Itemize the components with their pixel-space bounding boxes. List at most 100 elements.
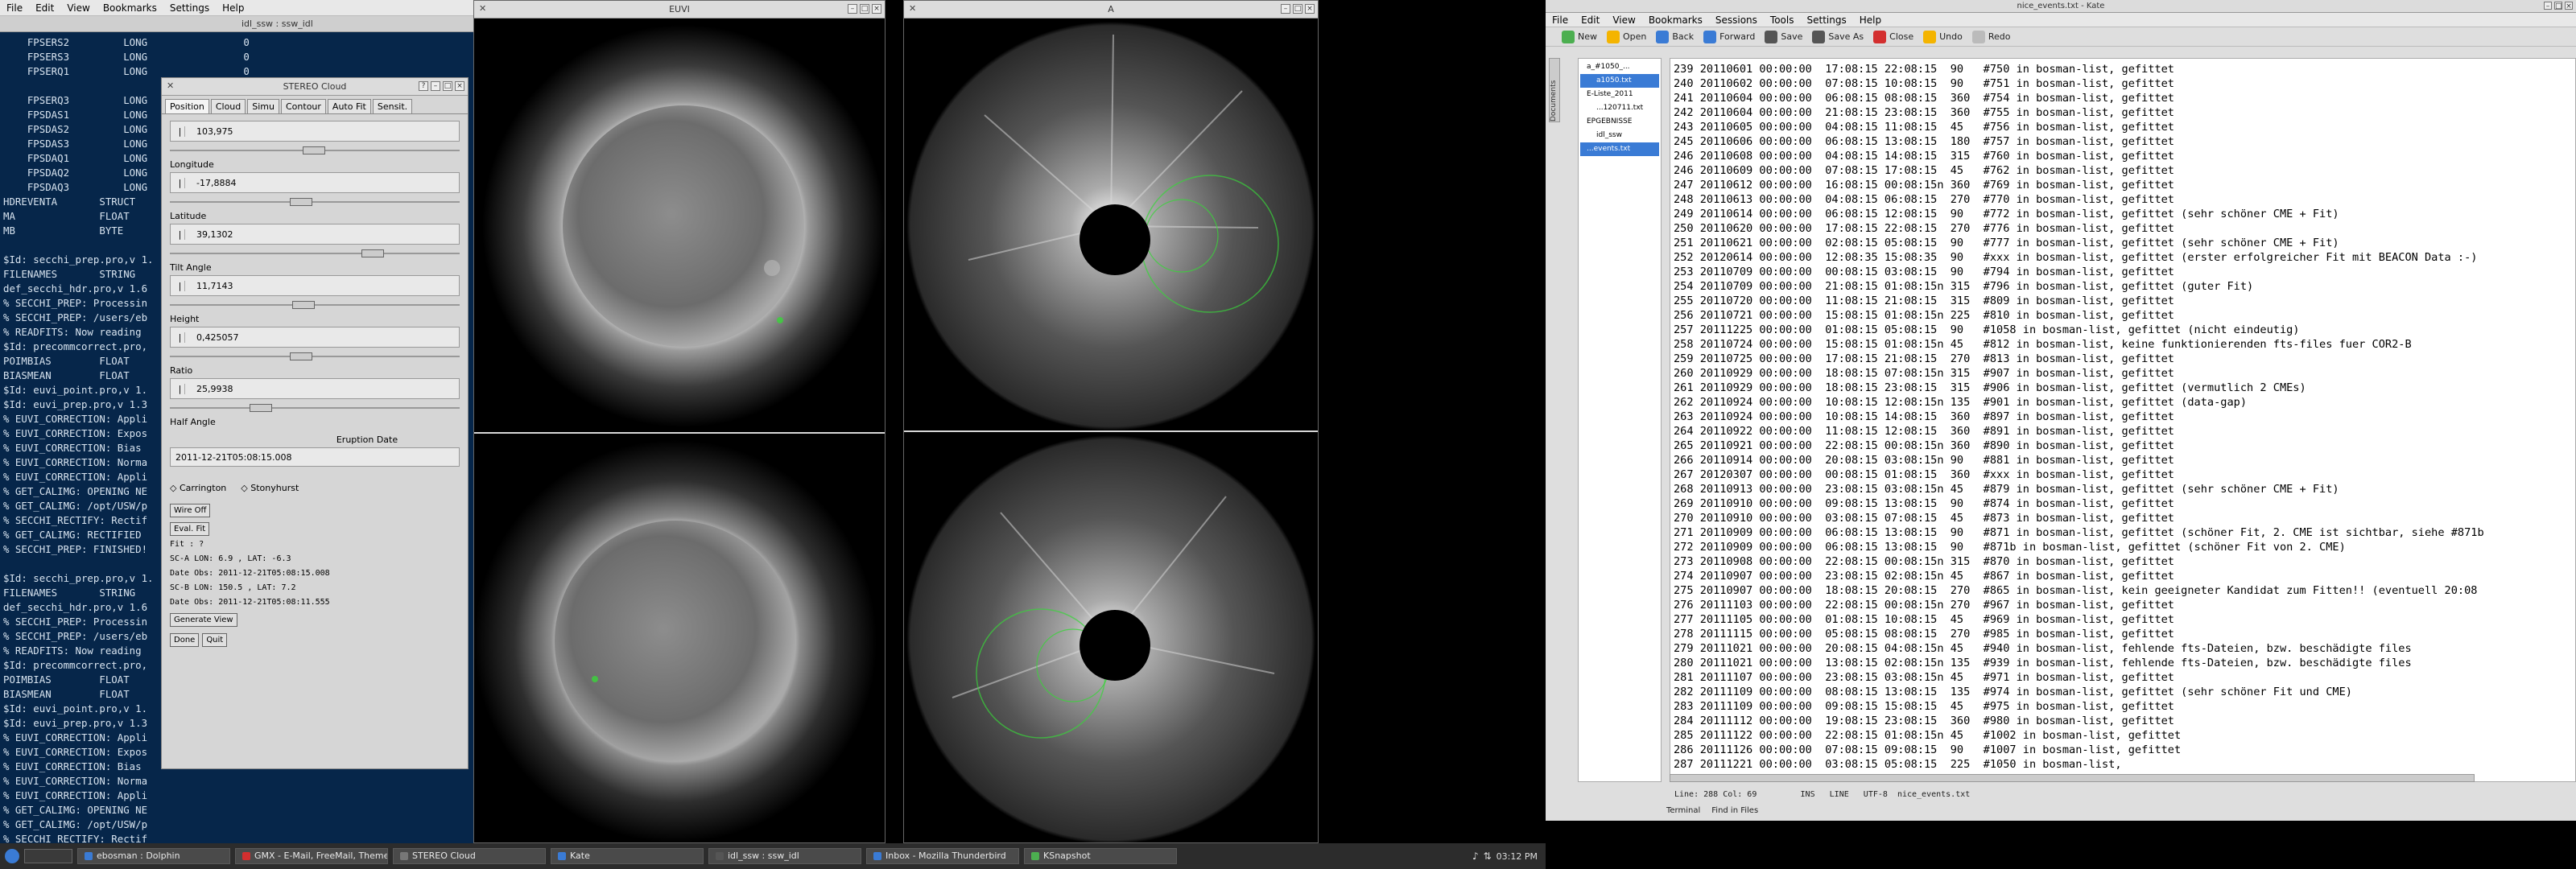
terminal-tab-label[interactable]: idl_ssw : ssw_idl	[242, 19, 313, 29]
desktop-pager[interactable]	[24, 849, 72, 863]
stereo-titlebar[interactable]: ✕ STEREO Cloud ? – □ ×	[162, 78, 468, 96]
editor-line[interactable]: 241 20110604 00:00:00 06:08:15 08:08:15 …	[1674, 91, 2575, 105]
editor-line[interactable]: 271 20110909 00:00:00 06:08:15 13:08:15 …	[1674, 525, 2575, 540]
editor-line[interactable]: 276 20111103 00:00:00 22:08:15 00:08:15n…	[1674, 598, 2575, 612]
editor-line[interactable]: 259 20110725 00:00:00 17:08:15 21:08:15 …	[1674, 352, 2575, 366]
editor-line[interactable]: 266 20110914 00:00:00 20:08:15 03:08:15n…	[1674, 453, 2575, 467]
editor-line[interactable]: 252 20120614 00:00:00 12:08:35 15:08:35 …	[1674, 250, 2575, 265]
save-button[interactable]: Save	[1765, 30, 1802, 43]
tree-item[interactable]: E-Liste_2011	[1580, 88, 1659, 101]
close-icon[interactable]: ×	[455, 81, 464, 91]
undo-button[interactable]: Undo	[1923, 30, 1963, 43]
wire-off-button[interactable]: Wire Off	[170, 504, 211, 517]
close-button[interactable]: Close	[1873, 30, 1913, 43]
generate-view-button[interactable]: Generate View	[170, 613, 237, 627]
euvi-image-a[interactable]	[474, 19, 885, 432]
slider-thumb[interactable]	[289, 198, 312, 206]
value-input[interactable]: | 0,425057	[170, 327, 460, 348]
editor-line[interactable]: 251 20110621 00:00:00 02:08:15 05:08:15 …	[1674, 236, 2575, 250]
editor-line[interactable]: 245 20110606 00:00:00 06:08:15 13:08:15 …	[1674, 134, 2575, 149]
value-slider[interactable]	[170, 196, 460, 208]
editor-line[interactable]: 258 20110724 00:00:00 15:08:15 01:08:15n…	[1674, 337, 2575, 352]
editor-line[interactable]: 273 20110908 00:00:00 22:08:15 00:08:15n…	[1674, 554, 2575, 569]
new-button[interactable]: New	[1562, 30, 1597, 43]
editor-line[interactable]: 250 20110620 00:00:00 17:08:15 22:08:15 …	[1674, 221, 2575, 236]
kate-side-tab[interactable]: Documents	[1549, 58, 1560, 122]
editor-line[interactable]: 239 20110601 00:00:00 17:08:15 22:08:15 …	[1674, 62, 2575, 76]
slider-thumb[interactable]	[250, 404, 272, 412]
clock[interactable]: 03:12 PM	[1496, 851, 1538, 862]
editor-line[interactable]: 261 20110929 00:00:00 18:08:15 23:08:15 …	[1674, 381, 2575, 395]
taskbar-item[interactable]: GMX - E-Mail, FreeMail, Themen -	[235, 848, 388, 864]
tree-item[interactable]: a1050.txt	[1580, 74, 1659, 88]
network-icon[interactable]: ⇅	[1484, 850, 1492, 862]
tab-auto-fit[interactable]: Auto Fit	[327, 99, 371, 113]
slider-thumb[interactable]	[291, 301, 315, 309]
value-slider[interactable]	[170, 351, 460, 362]
tab-sensit-[interactable]: Sensit.	[372, 99, 413, 113]
app-menu-icon[interactable]: ✕	[479, 4, 489, 14]
minimize-icon[interactable]: –	[848, 4, 857, 14]
editor-line[interactable]: 282 20111109 00:00:00 08:08:15 13:08:15 …	[1674, 685, 2575, 699]
taskbar-item[interactable]: KSnapshot	[1024, 848, 1177, 864]
menu-settings[interactable]: Settings	[170, 2, 209, 14]
maximize-icon[interactable]: □	[443, 81, 452, 91]
menu-settings[interactable]: Settings	[1806, 14, 1846, 26]
editor-line[interactable]: 283 20111109 00:00:00 09:08:15 15:08:15 …	[1674, 699, 2575, 714]
forward-button[interactable]: Forward	[1703, 30, 1755, 43]
value-input[interactable]: | 39,1302	[170, 224, 460, 245]
editor-line[interactable]: 257 20111225 00:00:00 01:08:15 05:08:15 …	[1674, 323, 2575, 337]
editor-line[interactable]: 286 20111126 00:00:00 07:08:15 09:08:15 …	[1674, 743, 2575, 757]
value-input[interactable]: | 103,975	[170, 121, 460, 142]
slider-thumb[interactable]	[303, 146, 325, 154]
editor-line[interactable]: 265 20110921 00:00:00 22:08:15 00:08:15n…	[1674, 439, 2575, 453]
volume-icon[interactable]: ♪	[1472, 850, 1479, 862]
kate-editor[interactable]: 239 20110601 00:00:00 17:08:15 22:08:15 …	[1670, 58, 2576, 782]
euvi-image-b[interactable]	[474, 434, 885, 842]
maximize-icon[interactable]: □	[860, 4, 869, 14]
tree-item[interactable]: EPGEBNISSE	[1580, 115, 1659, 129]
slider-thumb[interactable]	[289, 352, 312, 360]
euvi-titlebar[interactable]: ✕ EUVI – □ ×	[474, 1, 885, 19]
taskbar-item[interactable]: Inbox - Mozilla Thunderbird	[866, 848, 1019, 864]
terminal-tab-bar[interactable]: idl_ssw : ssw_idl	[0, 16, 473, 32]
value-slider[interactable]	[170, 402, 460, 414]
save-as-button[interactable]: Save As	[1812, 30, 1864, 43]
value-input[interactable]: | -17,8884	[170, 172, 460, 193]
tab-position[interactable]: Position	[165, 99, 209, 113]
editor-line[interactable]: 264 20110922 00:00:00 11:08:15 12:08:15 …	[1674, 424, 2575, 439]
stonyhurst-radio[interactable]: ◇ Stonyhurst	[241, 483, 299, 493]
editor-line[interactable]: 272 20110909 00:00:00 06:08:15 13:08:15 …	[1674, 540, 2575, 554]
menu-view[interactable]: View	[67, 2, 89, 14]
editor-line[interactable]: 269 20110910 00:00:00 09:08:15 13:08:15 …	[1674, 496, 2575, 511]
editor-line[interactable]: 267 20120307 00:00:00 00:08:15 01:08:15 …	[1674, 467, 2575, 482]
editor-line[interactable]: 246 20110608 00:00:00 04:08:15 14:08:15 …	[1674, 149, 2575, 163]
kate-titlebar[interactable]: nice_events.txt - Kate – □ ×	[1546, 0, 2576, 13]
editor-line[interactable]: 248 20110613 00:00:00 04:08:15 06:08:15 …	[1674, 192, 2575, 207]
tree-item[interactable]: idl_ssw	[1580, 129, 1659, 142]
editor-line[interactable]: 284 20111112 00:00:00 19:08:15 23:08:15 …	[1674, 714, 2575, 728]
menu-view[interactable]: View	[1612, 14, 1635, 26]
menu-tools[interactable]: Tools	[1770, 14, 1794, 26]
taskbar-item[interactable]: Kate	[551, 848, 704, 864]
menu-bookmarks[interactable]: Bookmarks	[103, 2, 157, 14]
menu-file[interactable]: File	[6, 2, 23, 14]
value-input[interactable]: | 11,7143	[170, 275, 460, 296]
cor-image-b[interactable]	[904, 432, 1318, 842]
kde-launcher-icon[interactable]	[5, 849, 19, 863]
maximize-icon[interactable]: □	[2554, 2, 2562, 10]
editor-line[interactable]: 285 20111122 00:00:00 22:08:15 01:08:15n…	[1674, 728, 2575, 743]
minimize-icon[interactable]: –	[431, 81, 440, 91]
editor-line[interactable]: 280 20111021 00:00:00 13:08:15 02:08:15n…	[1674, 656, 2575, 670]
value-input[interactable]: | 25,9938	[170, 378, 460, 399]
editor-line[interactable]: 262 20110924 00:00:00 10:08:15 12:08:15n…	[1674, 395, 2575, 410]
redo-button[interactable]: Redo	[1971, 30, 2011, 43]
minimize-icon[interactable]: –	[2544, 2, 2552, 10]
editor-line[interactable]: 263 20110924 00:00:00 10:08:15 14:08:15 …	[1674, 410, 2575, 424]
editor-line[interactable]: 270 20110910 00:00:00 03:08:15 07:08:15 …	[1674, 511, 2575, 525]
editor-line[interactable]: 260 20110929 00:00:00 18:08:15 07:08:15n…	[1674, 366, 2575, 381]
menu-edit[interactable]: Edit	[35, 2, 54, 14]
editor-line[interactable]: 275 20110907 00:00:00 18:08:15 20:08:15 …	[1674, 583, 2575, 598]
editor-line[interactable]: 268 20110913 00:00:00 23:08:15 03:08:15n…	[1674, 482, 2575, 496]
editor-line[interactable]: 242 20110604 00:00:00 21:08:15 23:08:15 …	[1674, 105, 2575, 120]
